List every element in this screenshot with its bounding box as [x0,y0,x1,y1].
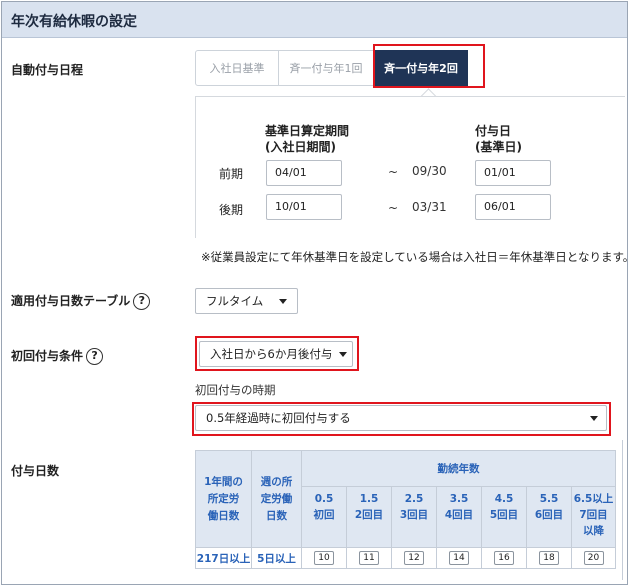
grant-date-column-header: 付与日 (基準日) [475,123,522,155]
range-tilde: ~ [388,165,399,179]
schedule-panel [195,96,625,238]
annual-header-line: 働日数 [207,509,240,522]
second-half-grant-input[interactable]: 06/01 [475,194,551,220]
days-input[interactable]: 14 [449,551,469,565]
first-grant-label-text: 初回付与条件 [11,349,84,363]
second-half-start-input[interactable]: 10/01 [266,194,342,220]
tab-hire-date-basis[interactable]: 入社日基準 [195,50,279,86]
days-input[interactable]: 20 [583,551,604,565]
tenure-column: 3.5 4回目 [436,486,482,548]
days-cell: 11 [346,547,392,569]
tenure-nth: 7回目以降 [579,509,608,537]
grant-table-label-text: 適用付与日数テーブル [11,294,131,308]
tenure-column: 4.5 5回目 [481,486,527,548]
tenure-nth: 2回目 [354,509,384,521]
tab-uniform-once[interactable]: 斉一付与年1回 [279,50,374,86]
tenure-column: 5.5 6回目 [526,486,572,548]
weekly-header-line: 週の所 [260,475,293,488]
grant-days-table: 1年間の 所定労 働日数 週の所 定労働 日数 勤続年数 0.5 初回 1.5 2回… [195,450,616,569]
weekly-days-cell: 5日以上 [251,547,302,569]
tenure-nth: 6回目 [534,509,564,521]
range-tilde: ~ [388,201,399,215]
tenure-nth: 初回 [313,509,335,521]
tenure-years: 2.5 [404,493,424,505]
tenure-header: 勤続年数 [301,450,616,487]
days-cell: 12 [391,547,437,569]
days-input[interactable]: 16 [494,551,514,565]
days-cell: 10 [301,547,347,569]
first-half-end: 09/30 [412,164,447,178]
weekly-header-line: 定労働 [260,492,293,505]
annual-days-header: 1年間の 所定労 働日数 [195,450,252,548]
first-half-grant-input[interactable]: 01/01 [475,160,551,186]
grant-table-select[interactable]: フルタイム [195,288,298,314]
grant-days-label: 付与日数 [11,464,60,478]
period-header-line2: (入社日期間) [265,140,336,154]
first-half-label: 前期 [219,167,244,181]
help-icon[interactable]: ? [133,293,151,310]
tenure-column: 1.5 2回目 [346,486,392,548]
days-input[interactable]: 18 [539,551,559,565]
tenure-years: 0.5 [314,493,334,505]
tenure-nth: 4回目 [444,509,474,521]
base-date-note: ※従業員設定にて年休基準日を設定している場合は入社日＝年休基準日となります。 [201,250,629,264]
annual-header-line: 1年間の [204,475,243,488]
weekly-header-line: 日数 [266,509,287,522]
annual-header-line: 所定労 [207,492,240,505]
weekly-days-header: 週の所 定労働 日数 [251,450,302,548]
days-input[interactable]: 10 [314,551,334,565]
days-cell: 16 [481,547,527,569]
days-cell: 18 [526,547,572,569]
tenure-column: 0.5 初回 [301,486,347,548]
chevron-down-icon [279,299,287,304]
table-right-border [622,440,623,580]
tenure-column: 2.5 3回目 [391,486,437,548]
help-icon[interactable]: ? [86,348,104,365]
tenure-years: 6.5以上 [573,493,614,505]
first-half-start-input[interactable]: 04/01 [266,160,342,186]
period-column-header: 基準日算定期間 (入社日期間) [265,123,349,155]
grant-table-select-value: フルタイム [206,294,264,308]
period-header-line1: 基準日算定期間 [265,124,350,138]
section-title: 年次有給休暇の設定 [11,14,137,30]
second-half-label: 後期 [219,203,244,217]
days-cell: 20 [571,547,616,569]
auto-grant-label: 自動付与日程 [11,63,84,77]
annual-days-cell: 217日以上 [195,547,252,569]
highlight-selected-tab [373,44,485,88]
grant-table-label: 適用付与日数テーブル? [11,292,151,310]
tenure-years: 5.5 [539,493,559,505]
tenure-column: 6.5以上 7回目以降 [571,486,616,548]
highlight-first-grant-condition [195,336,359,371]
days-cell: 14 [436,547,482,569]
grant-header-line2: (基準日) [475,140,522,154]
highlight-first-grant-timing [192,402,611,436]
tenure-years: 4.5 [494,493,514,505]
days-input[interactable]: 12 [404,551,424,565]
first-grant-label: 初回付与条件? [11,347,104,365]
second-half-end: 03/31 [412,200,447,214]
tenure-years: 1.5 [359,493,379,505]
tenure-years: 3.5 [449,493,469,505]
section-header: 年次有給休暇の設定 [2,2,627,38]
first-grant-timing-label: 初回付与の時期 [195,383,276,397]
tenure-nth: 5回目 [489,509,519,521]
settings-frame: 年次有給休暇の設定 自動付与日程 入社日基準 斉一付与年1回 斉一付与年2回 基… [1,1,629,585]
tenure-nth: 3回目 [399,509,429,521]
days-input[interactable]: 11 [359,551,379,565]
grant-header-line1: 付与日 [475,124,512,138]
